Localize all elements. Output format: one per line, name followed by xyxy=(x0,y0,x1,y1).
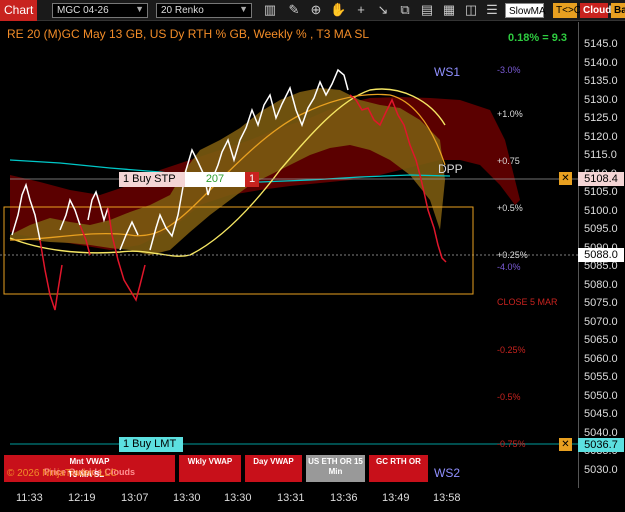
dpp-label: DPP xyxy=(438,162,463,176)
drawing-tools-icon[interactable]: ⧉ xyxy=(397,2,413,18)
buy-limit-order-label[interactable]: 1 Buy LMT xyxy=(119,437,183,452)
y-tick-label: 5100.0 xyxy=(584,204,618,217)
level-minus-075: -0.75% xyxy=(497,439,526,449)
y-tick-label: 5120.0 xyxy=(584,130,618,143)
y-tick-label: 5075.0 xyxy=(584,297,618,309)
y-tick-label: 5050.0 xyxy=(584,389,618,402)
x-tick-label: 13:58 xyxy=(433,492,461,504)
gc-rth-or-button[interactable]: GC RTH OR xyxy=(369,455,428,482)
tc-button[interactable]: T<>C xyxy=(553,3,581,18)
level-plus-1: +1.0% xyxy=(497,109,523,119)
x-tick-label: 13:30 xyxy=(224,492,252,504)
bar-button[interactable]: Bar xyxy=(611,3,625,18)
chevron-down-icon: ▼ xyxy=(239,4,248,14)
indicator-icon[interactable]: ◫ xyxy=(463,2,479,18)
level-plus-025: +0.25% xyxy=(497,250,528,260)
y-tick-label: 5115.0 xyxy=(584,149,617,161)
instrument-value: MGC 04-26 xyxy=(57,5,109,16)
wkly-vwap-button[interactable]: Wkly VWAP xyxy=(179,455,241,482)
y-tick-label: 5105.0 xyxy=(584,186,618,198)
x-tick-label: 13:31 xyxy=(277,492,305,504)
buy-stop-order-qty[interactable]: 207 xyxy=(185,172,245,187)
bar-type-selector[interactable]: 20 Renko ▼ xyxy=(156,3,252,18)
x-tick-label: 13:30 xyxy=(173,492,201,504)
close-icon[interactable]: ✕ xyxy=(559,438,572,451)
y-tick-label: 5045.0 xyxy=(584,408,618,420)
chevron-down-icon: ▼ xyxy=(135,4,144,14)
close-5-mar-label: CLOSE 5 MAR xyxy=(497,297,558,307)
chart-tab-label[interactable]: Chart xyxy=(0,0,37,21)
mnt-vwap-label: Mnt VWAP xyxy=(69,457,110,466)
bar-type-value: 20 Renko xyxy=(161,5,204,16)
y-tick-label: 5095.0 xyxy=(584,223,618,235)
copyright-notice: © 2026 NinjaTrader, LLC xyxy=(7,468,118,479)
level-minus-3: -3.0% xyxy=(497,65,521,75)
arrow-icon[interactable]: ↘ xyxy=(375,2,391,18)
pencil-icon[interactable]: ✎ xyxy=(286,2,302,18)
y-tick-label: 5070.0 xyxy=(584,315,618,328)
y-tick-label: 5145.0 xyxy=(584,38,618,50)
us-eth-or-button[interactable]: US ETH OR 15 Min xyxy=(306,455,365,482)
y-tick-label: 5135.0 xyxy=(584,75,618,87)
x-tick-label: 13:07 xyxy=(121,492,149,504)
strategy-icon[interactable]: ☰ xyxy=(484,2,500,18)
hand-icon[interactable]: ✋ xyxy=(330,2,346,18)
x-tick-label: 13:49 xyxy=(382,492,410,504)
crosshair-icon[interactable]: + xyxy=(353,2,369,18)
y-tick-label: 5060.0 xyxy=(584,352,618,365)
level-minus-025: -0.25% xyxy=(497,345,526,355)
zoom-icon[interactable]: ⊕ xyxy=(308,2,324,18)
limit-price-marker: 5036.7 xyxy=(578,438,624,452)
y-tick-label: 5030.0 xyxy=(584,463,618,476)
y-tick-label: 5080.0 xyxy=(584,278,618,291)
close-icon[interactable]: ✕ xyxy=(559,172,572,185)
level-minus-4: -4.0% xyxy=(497,262,521,272)
y-tick-label: 5040.0 xyxy=(584,426,618,439)
y-tick-label: 5125.0 xyxy=(584,112,618,124)
buy-stop-order-count[interactable]: 1 xyxy=(245,172,259,187)
percent-readout: 0.18% = 9.3 xyxy=(508,32,568,44)
y-tick-label: 5140.0 xyxy=(584,56,618,69)
y-tick-label: 5055.0 xyxy=(584,371,618,383)
day-vwap-button[interactable]: Day VWAP xyxy=(245,455,302,482)
price-chart-plot[interactable] xyxy=(0,22,578,488)
x-tick-label: 12:19 xyxy=(68,492,96,504)
chart-style-icon[interactable]: ▤ xyxy=(419,2,435,18)
level-plus-075: +0.75 xyxy=(497,156,520,166)
y-tick-label: 5130.0 xyxy=(584,93,618,106)
instrument-selector[interactable]: MGC 04-26 ▼ xyxy=(52,3,148,18)
properties-icon[interactable]: ▦ xyxy=(441,2,457,18)
current-price-marker: 5088.0 xyxy=(578,248,624,262)
buy-stop-order-label[interactable]: 1 Buy STP xyxy=(119,172,185,187)
cloud-button[interactable]: Cloud xyxy=(580,3,611,18)
slowma-button[interactable]: SlowMA xyxy=(505,3,546,18)
x-tick-label: 11:33 xyxy=(16,492,43,504)
chart-title: RE 20 (M)GC May 13 GB, US Dy RTH % GB, W… xyxy=(7,27,370,41)
stop-price-marker: 5108.4 xyxy=(578,172,624,186)
y-tick-label: 5065.0 xyxy=(584,334,618,346)
toolbar: Chart MGC 04-26 ▼ 20 Renko ▼ ▥ ✎ ⊕ ✋ + ↘… xyxy=(0,0,625,21)
ws2-label: WS2 xyxy=(434,466,461,480)
x-tick-label: 13:36 xyxy=(330,492,358,504)
ws1-label: WS1 xyxy=(434,65,461,79)
bar-chart-icon[interactable]: ▥ xyxy=(262,2,278,18)
level-plus-05: +0.5% xyxy=(497,203,523,213)
level-minus-05: -0.5% xyxy=(497,392,521,402)
